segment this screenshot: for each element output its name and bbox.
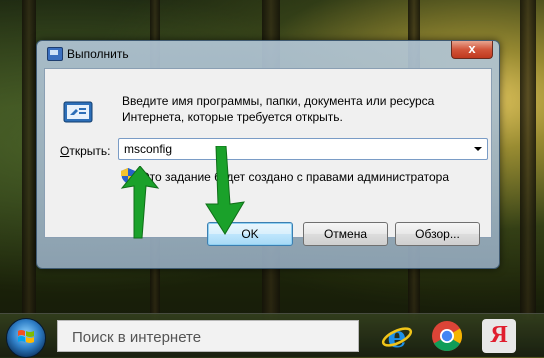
annotation-arrow-down-icon: [205, 146, 245, 235]
run-program-icon: [63, 101, 93, 123]
yandex-browser-icon[interactable]: Я: [482, 319, 516, 353]
run-app-icon: [47, 47, 63, 61]
open-label-text: ткрыть:: [69, 144, 111, 158]
open-input[interactable]: msconfig: [124, 142, 172, 156]
description-line: Введите имя программы, папки, документа …: [122, 94, 435, 108]
admin-privileges-note: Это задание будет создано с правами адми…: [141, 170, 450, 184]
dropdown-arrow-icon[interactable]: [474, 147, 482, 151]
close-button[interactable]: x: [451, 41, 493, 59]
run-dialog: Выполнить x Введите имя программы, папки…: [36, 40, 500, 269]
dialog-description: Введите имя программы, папки, документа …: [122, 93, 482, 125]
open-combobox[interactable]: msconfig: [118, 138, 488, 160]
background-tree-trunk: [22, 0, 36, 320]
cancel-button[interactable]: Отмена: [303, 222, 388, 246]
yandex-letter: Я: [490, 322, 508, 348]
svg-text:e: e: [387, 320, 406, 353]
dialog-titlebar[interactable]: Выполнить x: [37, 41, 499, 67]
dialog-title: Выполнить: [67, 47, 129, 61]
open-label: Открыть:: [60, 144, 110, 158]
background-tree-trunk: [520, 0, 536, 320]
taskbar-search-box[interactable]: Поиск в интернете: [57, 320, 359, 352]
annotation-arrow-up-icon: [120, 166, 160, 239]
description-line: Интернета, которые требуется открыть.: [122, 110, 343, 124]
start-button[interactable]: [6, 318, 46, 358]
windows-logo-icon: [18, 330, 34, 343]
taskbar: Поиск в интернете e Я: [0, 313, 544, 358]
search-placeholder: Поиск в интернете: [72, 329, 202, 346]
open-label-accesskey: О: [60, 144, 70, 158]
browse-button[interactable]: Обзор...: [395, 222, 480, 246]
dialog-body: Введите имя программы, папки, документа …: [44, 68, 492, 238]
chrome-icon[interactable]: [430, 319, 464, 353]
internet-explorer-icon[interactable]: e: [380, 319, 414, 353]
